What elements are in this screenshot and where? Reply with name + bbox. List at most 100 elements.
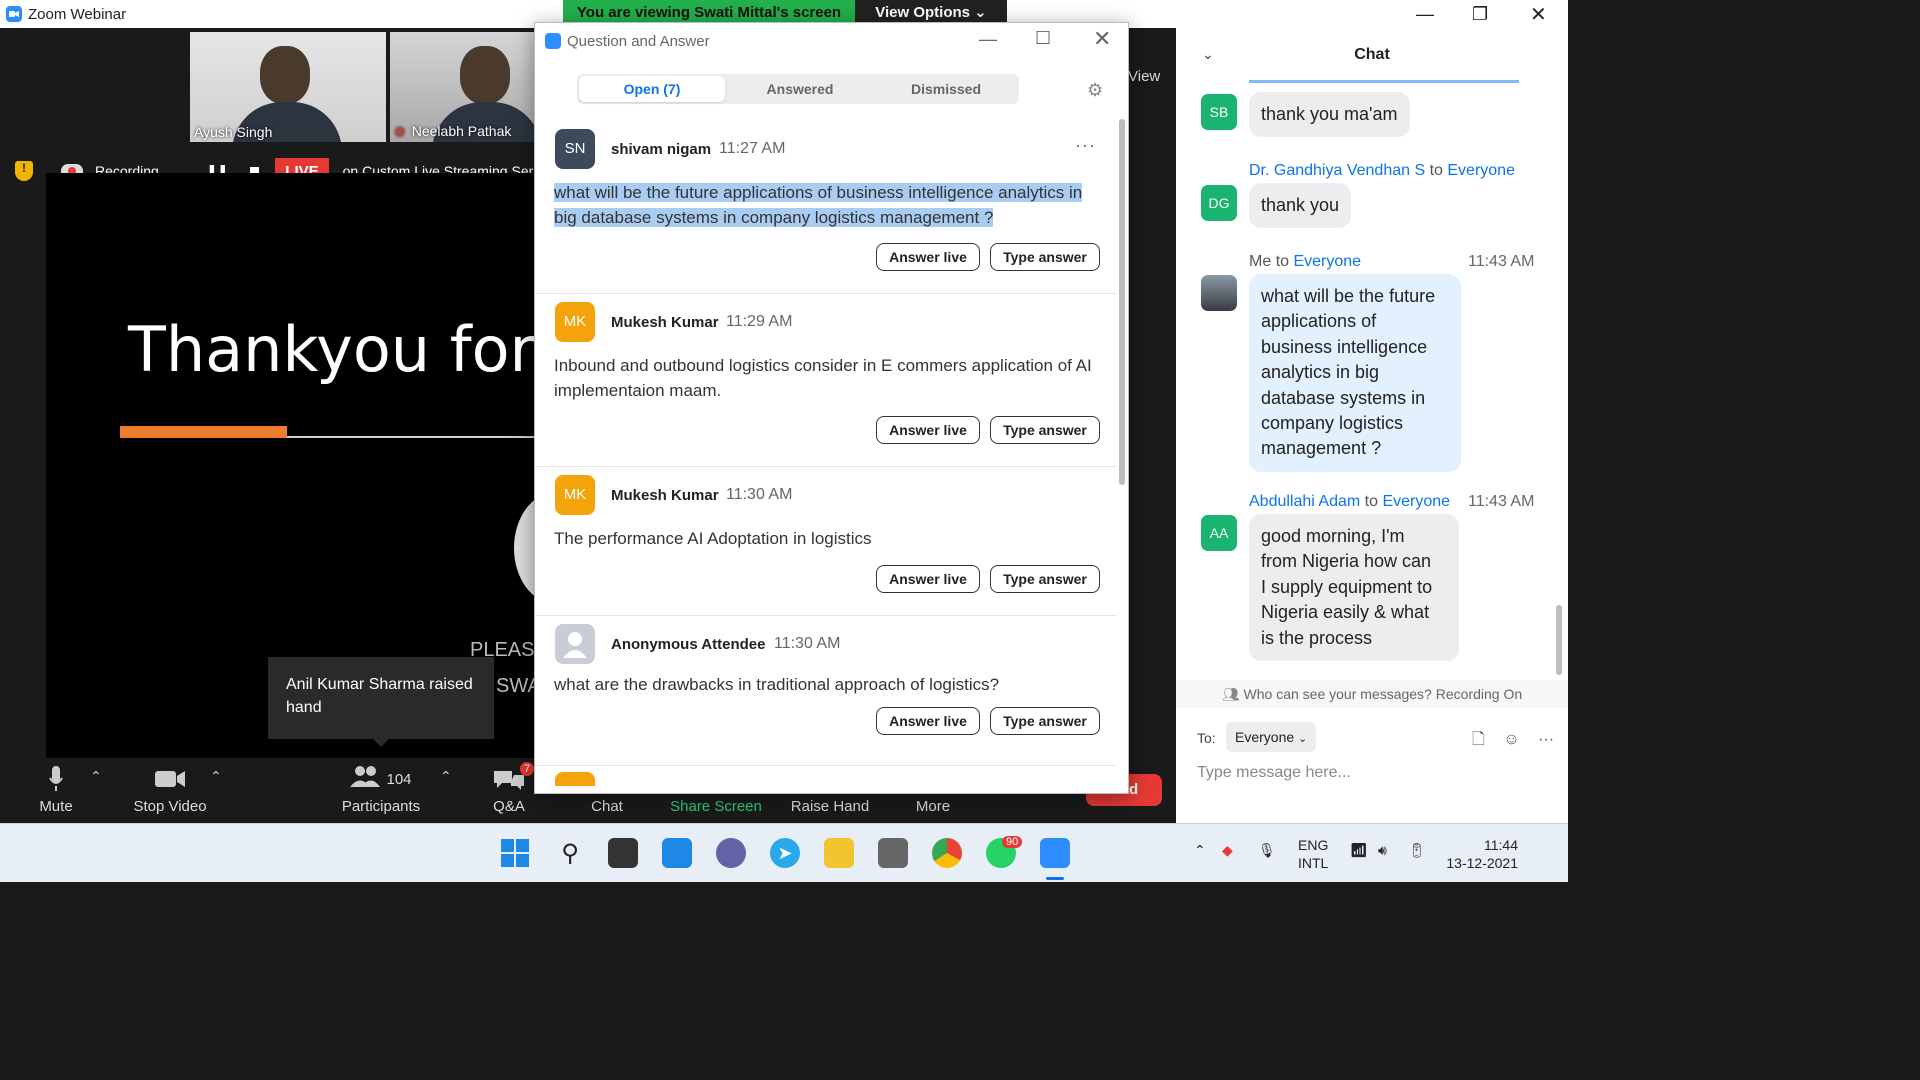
restore-icon[interactable]: ❐ bbox=[1472, 4, 1488, 25]
question-item: Anonymous Attendee 11:30 AM what are the… bbox=[535, 616, 1117, 766]
question-text: what are the drawbacks in traditional ap… bbox=[554, 675, 1000, 694]
mute-button[interactable]: Mute bbox=[30, 760, 82, 823]
qa-title: Question and Answer bbox=[567, 32, 710, 50]
windows-taskbar: ⚲ ➤ 90 ⌃ ◆ 🎙︎ ENG INTL 📶︎ 🔊︎ 🔋︎ 11:44 13… bbox=[0, 823, 1568, 882]
close-icon[interactable]: ✕ bbox=[1530, 2, 1547, 27]
chat-privacy-notice[interactable]: 👥︎ Who can see your messages? Recording … bbox=[1176, 680, 1568, 708]
chrome-icon[interactable] bbox=[932, 838, 962, 868]
asker-name: Anonymous Attendee bbox=[611, 636, 766, 653]
tab-answered[interactable]: Answered bbox=[727, 74, 873, 104]
zoom-logo-icon bbox=[6, 6, 22, 22]
tab-dismissed[interactable]: Dismissed bbox=[873, 74, 1019, 104]
video-thumbnail[interactable]: Ayush Singh bbox=[190, 32, 386, 142]
minimize-icon[interactable]: — bbox=[1416, 4, 1434, 25]
participant-name: Neelabh Pathak bbox=[411, 123, 512, 139]
minimize-icon[interactable]: — bbox=[979, 29, 997, 50]
type-answer-button[interactable]: Type answer bbox=[990, 243, 1100, 271]
avatar: AA bbox=[1201, 515, 1237, 551]
stop-video-button[interactable]: Stop Video bbox=[128, 760, 212, 823]
calculator-icon[interactable] bbox=[878, 838, 908, 868]
widgets-icon[interactable] bbox=[662, 838, 692, 868]
chevron-up-icon[interactable]: ⌃ bbox=[210, 768, 222, 785]
screen-share-banner: You are viewing Swati Mittal's screen bbox=[563, 0, 855, 24]
more-options-icon[interactable]: ··· bbox=[1075, 135, 1096, 156]
type-answer-button[interactable]: Type answer bbox=[990, 565, 1100, 593]
question-list: SN shivam nigam 11:27 AM ··· what will b… bbox=[535, 121, 1117, 786]
security-shield-icon[interactable]: ! bbox=[15, 161, 33, 181]
chevron-up-icon[interactable]: ⌃ bbox=[1194, 842, 1206, 859]
close-icon[interactable]: ✕ bbox=[1093, 26, 1111, 52]
slide-title: Thankyou for y bbox=[128, 313, 546, 386]
wifi-icon[interactable]: 📶︎ bbox=[1350, 842, 1368, 859]
chevron-up-icon[interactable]: ⌃ bbox=[90, 768, 102, 785]
emoji-icon[interactable]: ☺ bbox=[1503, 731, 1519, 748]
clock[interactable]: 11:44 13-12-2021 bbox=[1446, 836, 1518, 872]
chat-panel: — ❐ ✕ ⌄ Chat SB thank you ma'am Dr. Gand… bbox=[1176, 0, 1568, 823]
windows-start-icon[interactable] bbox=[500, 838, 530, 868]
participant-name: Ayush Singh bbox=[194, 124, 273, 140]
to-label: To: bbox=[1197, 730, 1216, 746]
question-item: MK Mukesh Kumar 11:30 AM The performance… bbox=[535, 467, 1117, 616]
message-sender: Me to Everyone bbox=[1249, 253, 1362, 270]
mic-muted-icon: ⊘ bbox=[394, 123, 406, 139]
question-item: MK Mukesh Kumar 11:29 AM Inbound and out… bbox=[535, 294, 1117, 467]
more-options-icon[interactable]: ··· bbox=[1538, 731, 1554, 748]
tab-open[interactable]: Open (7) bbox=[579, 76, 725, 102]
asker-name: Mukesh Kumar bbox=[611, 487, 719, 504]
whatsapp-badge: 90 bbox=[1002, 836, 1023, 848]
qa-titlebar: Question and Answer — ☐ ✕ bbox=[535, 23, 1128, 59]
answer-live-button[interactable]: Answer live bbox=[876, 707, 980, 735]
question-time: 11:30 AM bbox=[726, 486, 793, 503]
maximize-icon[interactable]: ☐ bbox=[1035, 28, 1051, 49]
dropbox-icon[interactable]: ◆ bbox=[1222, 842, 1233, 859]
telegram-icon[interactable]: ➤ bbox=[770, 838, 800, 868]
message-bubble: thank you bbox=[1249, 183, 1352, 229]
qa-tabs: Open (7) Answered Dismissed bbox=[577, 74, 1019, 104]
answer-live-button[interactable]: Answer live bbox=[876, 565, 980, 593]
avatar: MK bbox=[555, 475, 595, 515]
battery-icon[interactable]: 🔋︎ bbox=[1408, 842, 1426, 859]
avatar: DG bbox=[1201, 185, 1237, 221]
scrollbar[interactable] bbox=[1119, 119, 1125, 485]
language-indicator[interactable]: ENG INTL bbox=[1298, 836, 1328, 872]
slide-divider bbox=[287, 436, 546, 438]
question-text: Inbound and outbound logistics consider … bbox=[554, 356, 1092, 400]
question-text: The performance AI Adoptation in logisti… bbox=[554, 529, 872, 548]
chat-title: Chat bbox=[1354, 46, 1390, 63]
answer-live-button[interactable]: Answer live bbox=[876, 243, 980, 271]
answer-live-button[interactable]: Answer live bbox=[876, 416, 980, 444]
type-answer-button[interactable]: Type answer bbox=[990, 707, 1100, 735]
type-answer-button[interactable]: Type answer bbox=[990, 416, 1100, 444]
gear-icon[interactable]: ⚙ bbox=[1087, 80, 1103, 101]
teams-chat-icon[interactable] bbox=[716, 838, 746, 868]
question-time: 11:27 AM bbox=[719, 140, 786, 157]
volume-icon[interactable]: 🔊︎ bbox=[1378, 842, 1387, 859]
scrollbar[interactable] bbox=[1556, 605, 1562, 675]
task-view-icon[interactable] bbox=[608, 838, 638, 868]
view-options-button[interactable]: View Options ⌄ bbox=[855, 0, 1007, 24]
slide-accent-bar bbox=[120, 426, 287, 438]
microphone-icon[interactable]: 🎙︎ bbox=[1258, 842, 1276, 859]
participants-count: 104 bbox=[386, 770, 412, 788]
question-time: 11:29 AM bbox=[726, 313, 793, 330]
zoom-icon[interactable] bbox=[1040, 838, 1070, 868]
chevron-up-icon[interactable]: ⌃ bbox=[440, 768, 452, 785]
participant-video bbox=[260, 46, 310, 104]
message-time: 11:43 AM bbox=[1468, 493, 1535, 510]
search-icon[interactable]: ⚲ bbox=[555, 838, 585, 868]
chat-message-input[interactable]: Type message here... bbox=[1197, 764, 1351, 782]
file-explorer-icon[interactable] bbox=[824, 838, 854, 868]
qa-window: Question and Answer — ☐ ✕ Open (7) Answe… bbox=[534, 22, 1129, 794]
message-bubble: what will be the future applications of … bbox=[1249, 274, 1461, 472]
file-icon[interactable]: 🗋︎ bbox=[1472, 731, 1485, 748]
view-toggle[interactable]: View bbox=[1128, 68, 1160, 85]
raised-hand-notification: Anil Kumar Sharma raised hand bbox=[268, 657, 494, 747]
asker-name: Mukesh Kumar bbox=[611, 314, 719, 331]
participants-button[interactable]: 104 Participants bbox=[336, 760, 426, 823]
question-time: 11:30 AM bbox=[774, 635, 841, 652]
message-time: 11:43 AM bbox=[1468, 253, 1535, 270]
question-item: SN shivam nigam 11:27 AM ··· what will b… bbox=[535, 121, 1117, 294]
recipient-dropdown[interactable]: Everyone ⌄ bbox=[1226, 722, 1316, 752]
qa-count-badge: 7 bbox=[520, 762, 535, 776]
chat-tools: 🗋︎ ☺ ··· bbox=[1472, 728, 1554, 755]
